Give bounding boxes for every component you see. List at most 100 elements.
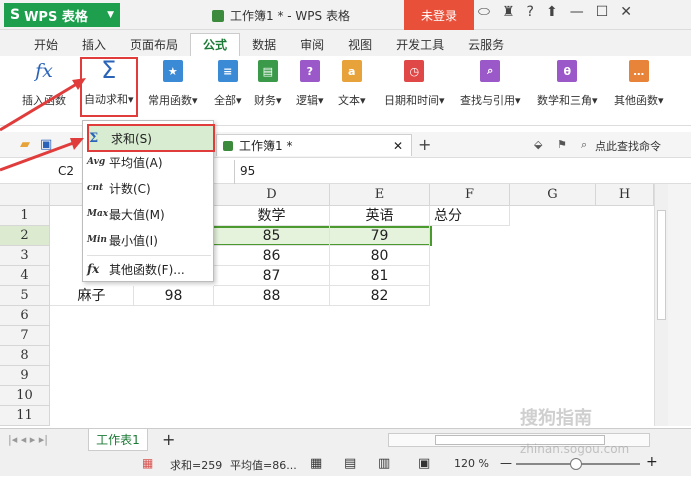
row-header[interactable]: 8 <box>0 346 50 366</box>
sheet-tab-1[interactable]: 工作表1 <box>88 429 148 451</box>
page-layout-icon[interactable]: ▥ <box>378 456 390 471</box>
add-sheet-icon[interactable]: + <box>162 430 175 449</box>
clock-icon: ◷ <box>404 60 425 82</box>
calendar-icon[interactable]: ▦ <box>142 456 153 470</box>
cell-d2[interactable]: 85 <box>214 226 330 246</box>
chevron-down-icon: ▼ <box>107 10 114 20</box>
tab-developer[interactable]: 开发工具 <box>384 34 456 56</box>
datetime-label: 日期和时间▾ <box>384 94 445 107</box>
find-command[interactable]: 点此查找命令 <box>595 138 661 154</box>
tab-cloud[interactable]: 云服务 <box>456 34 516 56</box>
sheet-nav-arrows[interactable]: |◂ ◂ ▸ ▸| <box>8 433 48 446</box>
lookup-label: 查找与引用▾ <box>460 94 521 107</box>
menu-item-count[interactable]: cnt 计数(C) <box>87 176 211 200</box>
menu-item-min[interactable]: Min 最小值(I) <box>87 228 211 252</box>
menu-item-other-functions[interactable]: fx 其他函数(F)... <box>87 257 211 281</box>
cell-e2[interactable]: 79 <box>330 226 430 246</box>
math-button[interactable]: θ 数学和三角▾ <box>537 60 598 108</box>
column-header-g[interactable]: G <box>510 184 596 206</box>
logic-button[interactable]: ? 逻辑▾ <box>296 60 324 108</box>
tab-review[interactable]: 审阅 <box>288 34 336 56</box>
vertical-scrollbar[interactable] <box>654 184 668 426</box>
app-name: WPS 表格 <box>24 9 88 25</box>
column-header-d[interactable]: D <box>214 184 330 206</box>
scroll-thumb[interactable] <box>657 210 666 320</box>
row-header[interactable]: 1 <box>0 206 50 226</box>
common-functions-label: 常用函数▾ <box>148 94 198 107</box>
row-header[interactable]: 2 <box>0 226 50 246</box>
maximize-button[interactable]: ☐ <box>596 4 609 20</box>
cell-f1[interactable]: 总分 <box>430 206 510 226</box>
document-icon[interactable]: ⬙ <box>534 138 542 151</box>
menu-item-average[interactable]: Avg 平均值(A) <box>87 150 211 174</box>
app-menu-button[interactable]: S WPS 表格 ▼ <box>4 3 120 27</box>
row-header[interactable]: 10 <box>0 386 50 406</box>
autosum-dropdown: Σ 求和(S) Avg 平均值(A) cnt 计数(C) Max 最大值(M) … <box>82 120 215 282</box>
cell-e1[interactable]: 英语 <box>330 206 430 226</box>
cell-d1[interactable]: 数学 <box>214 206 330 226</box>
tab-insert[interactable]: 插入 <box>70 34 118 56</box>
row-header[interactable]: 3 <box>0 246 50 266</box>
cell-e3[interactable]: 80 <box>330 246 430 266</box>
tab-formulas[interactable]: 公式 <box>190 33 241 56</box>
menu-item-sum[interactable]: Σ 求和(S) <box>87 124 215 152</box>
restore-ribbon-icon[interactable]: ⬆ <box>546 4 558 20</box>
watermark: 搜狗指南 <box>520 408 592 429</box>
flag-icon[interactable]: ⚑ <box>557 138 567 151</box>
login-button[interactable]: 未登录 <box>404 0 474 30</box>
cell-d4[interactable]: 87 <box>214 266 330 286</box>
row-header[interactable]: 9 <box>0 366 50 386</box>
select-all-corner[interactable] <box>0 184 50 206</box>
menu-item-max[interactable]: Max 最大值(M) <box>87 202 211 226</box>
cell-c5[interactable]: 98 <box>134 286 214 306</box>
tab-data[interactable]: 数据 <box>240 34 288 56</box>
row-header[interactable]: 4 <box>0 266 50 286</box>
skin-icon[interactable]: ⬭ <box>478 4 490 20</box>
row-header[interactable]: 11 <box>0 406 50 426</box>
all-functions-button[interactable]: ≡ 全部▾ <box>214 60 242 108</box>
new-tab-icon[interactable]: + <box>418 135 431 154</box>
row-header[interactable]: 6 <box>0 306 50 326</box>
doc-title-text: 工作簿1 * - WPS 表格 <box>230 9 350 23</box>
cell-b5[interactable]: 麻子 <box>50 286 134 306</box>
ribbon: fx 插入函数 Σ 自动求和▾ ★ 常用函数▾ ≡ 全部▾ ▤ 财务▾ ? 逻辑… <box>0 56 691 126</box>
shirt-icon[interactable]: ♜ <box>502 4 515 20</box>
finance-button[interactable]: ▤ 财务▾ <box>254 60 282 108</box>
text-functions-button[interactable]: a 文本▾ <box>338 60 366 108</box>
search-icon[interactable]: ⌕ <box>581 138 587 152</box>
page-break-view-icon[interactable]: ▤ <box>344 456 356 471</box>
close-button[interactable]: ✕ <box>620 4 632 20</box>
zoom-slider-thumb[interactable] <box>570 458 582 470</box>
row-header[interactable]: 7 <box>0 326 50 346</box>
row-header[interactable]: 5 <box>0 286 50 306</box>
arrowhead <box>70 138 84 150</box>
arrow-to-autosum <box>0 80 81 132</box>
math-label: 数学和三角▾ <box>537 94 598 107</box>
column-header-f[interactable]: F <box>430 184 510 206</box>
zoom-in-icon[interactable]: + <box>646 454 658 470</box>
formula-input[interactable]: 95 <box>240 164 255 178</box>
datetime-button[interactable]: ◷ 日期和时间▾ <box>384 60 445 108</box>
cell-d3[interactable]: 86 <box>214 246 330 266</box>
annotation-arrows <box>0 78 86 172</box>
window-controls: ⬭ ♜ ? ⬆ — ☐ ✕ <box>478 4 632 20</box>
cell-d5[interactable]: 88 <box>214 286 330 306</box>
zoom-level[interactable]: 120 % <box>454 457 489 470</box>
help-button[interactable]: ? <box>527 4 534 20</box>
cell-e5[interactable]: 82 <box>330 286 430 306</box>
tab-view[interactable]: 视图 <box>336 34 384 56</box>
zoom-out-icon[interactable]: — <box>500 456 512 470</box>
close-tab-icon[interactable]: ✕ <box>393 139 403 153</box>
reading-mode-icon[interactable]: ▣ <box>418 456 430 471</box>
tab-page-layout[interactable]: 页面布局 <box>118 34 190 56</box>
other-functions-button[interactable]: … 其他函数▾ <box>614 60 664 108</box>
cell-e4[interactable]: 81 <box>330 266 430 286</box>
document-tab[interactable]: 工作簿1 * ✕ <box>216 134 412 156</box>
normal-view-icon[interactable]: ▦ <box>310 456 322 471</box>
lookup-button[interactable]: ⌕ 查找与引用▾ <box>460 60 521 108</box>
common-functions-button[interactable]: ★ 常用函数▾ <box>148 60 198 108</box>
column-header-e[interactable]: E <box>330 184 430 206</box>
minimize-button[interactable]: — <box>570 4 584 20</box>
tab-home[interactable]: 开始 <box>22 34 70 56</box>
column-header-h[interactable]: H <box>596 184 654 206</box>
